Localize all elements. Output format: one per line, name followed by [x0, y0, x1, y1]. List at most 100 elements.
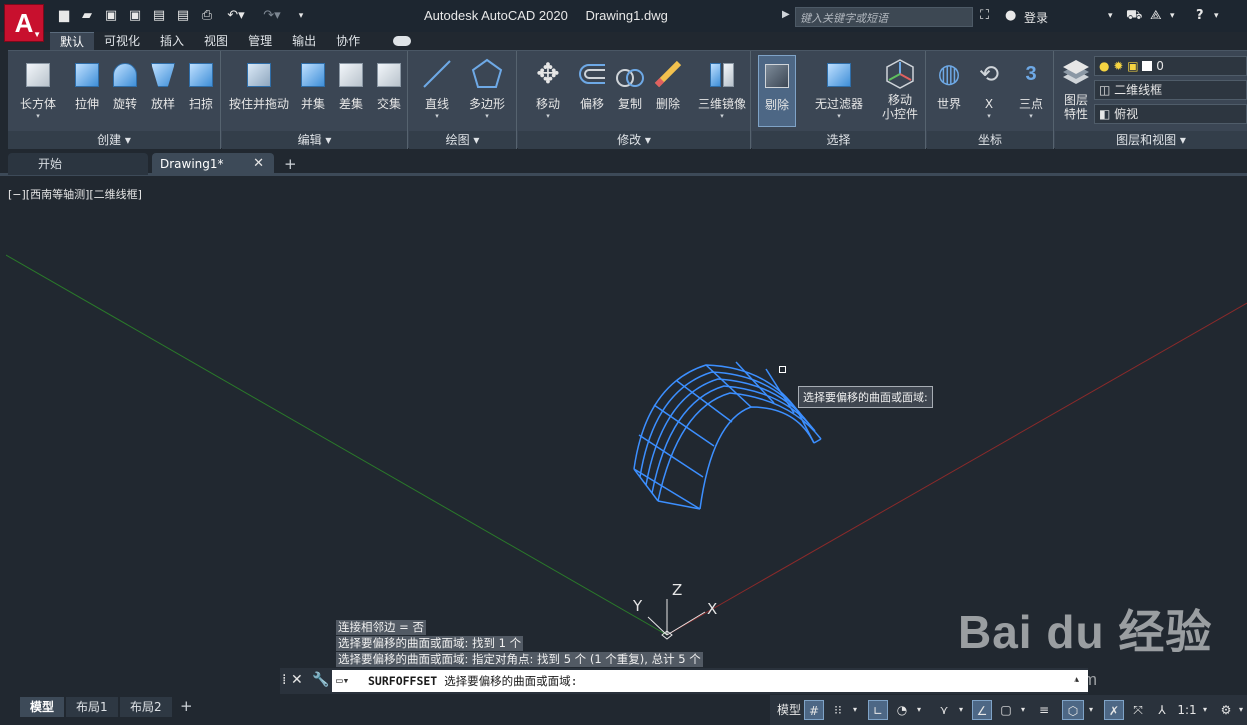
panel-layers-title[interactable]: 图层和视图 ▾	[1055, 131, 1247, 149]
tab-manage[interactable]: 管理	[238, 32, 282, 50]
panel-draw-title[interactable]: 绘图 ▾	[409, 131, 516, 149]
ortho-icon[interactable]: ∟	[868, 700, 888, 720]
ribbon-toggle-button[interactable]	[393, 36, 411, 46]
gear-icon[interactable]: ⚙	[1216, 700, 1236, 720]
line-button[interactable]: 直线 ▾	[413, 55, 461, 129]
a360-dropdown-icon[interactable]: ▾	[1170, 8, 1175, 24]
visual-style-dropdown[interactable]: ◫ 二维线框	[1094, 80, 1247, 100]
box-button[interactable]: 长方体 ▾	[14, 55, 62, 129]
tab-output[interactable]: 输出	[282, 32, 326, 50]
close-icon[interactable]: ✕	[253, 153, 264, 175]
isodraft-icon[interactable]: ⋎	[934, 700, 954, 720]
save-as-icon[interactable]: ▣	[126, 8, 144, 24]
model-space-button[interactable]: 模型	[774, 700, 804, 720]
panel-modify-title[interactable]: 修改 ▾	[518, 131, 750, 149]
move-button[interactable]: ✥ 移动 ▾	[524, 55, 572, 129]
panel-modify: ✥ 移动 ▾ 偏移 复制 删除 三维镜像 ▾ 修改 ▾	[518, 51, 751, 149]
command-prompt-icon[interactable]: ▭▾	[336, 670, 349, 692]
tab-visualize[interactable]: 可视化	[94, 32, 150, 50]
isodraft-dropdown-icon[interactable]: ▾	[956, 700, 966, 720]
new-file-icon[interactable]: ▆	[55, 8, 73, 24]
search-expand-icon[interactable]: ▶	[782, 9, 790, 20]
tab-model[interactable]: 模型	[20, 697, 65, 717]
redo-icon[interactable]: ↷▾	[258, 8, 286, 24]
user-icon[interactable]: ●	[1005, 8, 1016, 24]
tab-insert[interactable]: 插入	[150, 32, 194, 50]
binoculars-icon[interactable]: ⛶	[980, 8, 989, 24]
viewport-controls[interactable]: [−][西南等轴测][二维线框]	[8, 186, 142, 202]
help-dropdown-icon[interactable]: ▾	[1214, 8, 1219, 24]
login-button[interactable]: 登录	[1024, 9, 1048, 26]
dropdown-icon: ▾	[435, 112, 439, 120]
object-snap-tracking-icon[interactable]: ∠	[972, 700, 992, 720]
snap-dropdown-icon[interactable]: ▾	[850, 700, 860, 720]
layer-properties-button[interactable]: 图层 特性	[1057, 55, 1095, 129]
tab-view[interactable]: 视图	[194, 32, 238, 50]
settings-dropdown-icon[interactable]: ▾	[1236, 700, 1246, 720]
culling-icon	[760, 58, 794, 92]
tab-start[interactable]: 开始	[8, 153, 148, 175]
new-tab-icon[interactable]: +	[284, 155, 297, 173]
panel-select-label: 选择	[826, 133, 851, 147]
lineweight-icon[interactable]: ≡	[1034, 700, 1054, 720]
open-web-icon[interactable]: ▤	[150, 8, 168, 24]
scale-dropdown-icon[interactable]: ▾	[1200, 700, 1210, 720]
sweep-button[interactable]: 扫掠	[177, 55, 225, 129]
presspull-button[interactable]: 按住并拖动	[224, 55, 294, 129]
ucs-x-button[interactable]: ⟲ X ▾	[969, 55, 1009, 129]
move-gizmo-button[interactable]: 移动 小控件	[876, 55, 924, 129]
dropdown-icon: ▾	[485, 112, 489, 120]
layer-dropdown[interactable]: ● ✹ ▣ 0	[1094, 56, 1247, 76]
cart-icon[interactable]: ⛟	[1126, 8, 1142, 24]
polygon-button[interactable]: 多边形 ▾	[463, 55, 511, 129]
a360-icon[interactable]: ⟁	[1150, 8, 1162, 24]
panel-edit-title[interactable]: 编辑 ▾	[222, 131, 407, 149]
tab-layout1[interactable]: 布局1	[66, 697, 118, 717]
box-label: 长方体	[19, 97, 56, 111]
subtract-button[interactable]: 差集	[332, 55, 370, 129]
login-dropdown-icon[interactable]: ▾	[1108, 8, 1113, 24]
tab-collaborate[interactable]: 协作	[326, 32, 370, 50]
history-line: 连接相邻边 = 否	[336, 620, 426, 635]
intersect-button[interactable]: 交集	[370, 55, 408, 129]
app-menu-button[interactable]: A ▼	[4, 4, 44, 42]
annotation-scale-icon[interactable]: ⅄	[1152, 700, 1172, 720]
tab-default[interactable]: 默认	[50, 32, 95, 50]
view-dropdown[interactable]: ◧ 俯视	[1094, 104, 1247, 124]
line-label: 直线	[424, 97, 449, 111]
ucs-3point-button[interactable]: 3 三点 ▾	[1011, 55, 1051, 129]
plot-icon[interactable]: ⎙	[198, 8, 216, 24]
auto-scale-icon[interactable]: ⤧	[1128, 700, 1148, 720]
search-input[interactable]: 键入关键字或短语	[795, 7, 973, 27]
erase-button[interactable]: 删除	[644, 55, 692, 129]
save-web-icon[interactable]: ▤	[174, 8, 192, 24]
object-snap-dropdown-icon[interactable]: ▾	[1018, 700, 1028, 720]
grip-icon[interactable]: ⁞	[282, 672, 286, 688]
tab-layout2[interactable]: 布局2	[120, 697, 172, 717]
polar-icon[interactable]: ◔	[892, 700, 912, 720]
culling-button[interactable]: 剔除	[758, 55, 796, 127]
mirror3d-button[interactable]: 三维镜像 ▾	[692, 55, 752, 129]
close-command-icon[interactable]: ✕	[291, 672, 303, 688]
undo-icon[interactable]: ↶▾	[222, 8, 250, 24]
customize-qat-icon[interactable]: ▾	[292, 8, 310, 24]
workspace-icon[interactable]: ⬡	[1062, 700, 1084, 720]
union-button[interactable]: 并集	[294, 55, 332, 129]
workspace-dropdown-icon[interactable]: ▾	[1086, 700, 1096, 720]
object-snap-icon[interactable]: ▢	[996, 700, 1016, 720]
open-folder-icon[interactable]: ▰	[78, 8, 96, 24]
annotation-visibility-icon[interactable]: ✗	[1104, 700, 1124, 720]
panel-create-title[interactable]: 创建 ▾	[8, 131, 220, 149]
polar-dropdown-icon[interactable]: ▾	[914, 700, 924, 720]
add-layout-icon[interactable]: +	[180, 697, 193, 715]
grid-icon[interactable]: #	[804, 700, 824, 720]
ucs-world-button[interactable]: ◍ 世界	[929, 55, 969, 129]
snap-icon[interactable]: ⁝⁝	[828, 700, 848, 720]
save-icon[interactable]: ▣	[102, 8, 120, 24]
no-filter-button[interactable]: 无过滤器 ▾	[806, 55, 872, 129]
help-icon[interactable]: ?	[1196, 8, 1204, 24]
annotation-scale-value[interactable]: 1:1	[1176, 700, 1198, 720]
tab-drawing1[interactable]: Drawing1* ✕	[152, 153, 274, 175]
customize-wrench-icon[interactable]: 🔧	[312, 672, 329, 688]
intersect-label: 交集	[376, 97, 401, 111]
